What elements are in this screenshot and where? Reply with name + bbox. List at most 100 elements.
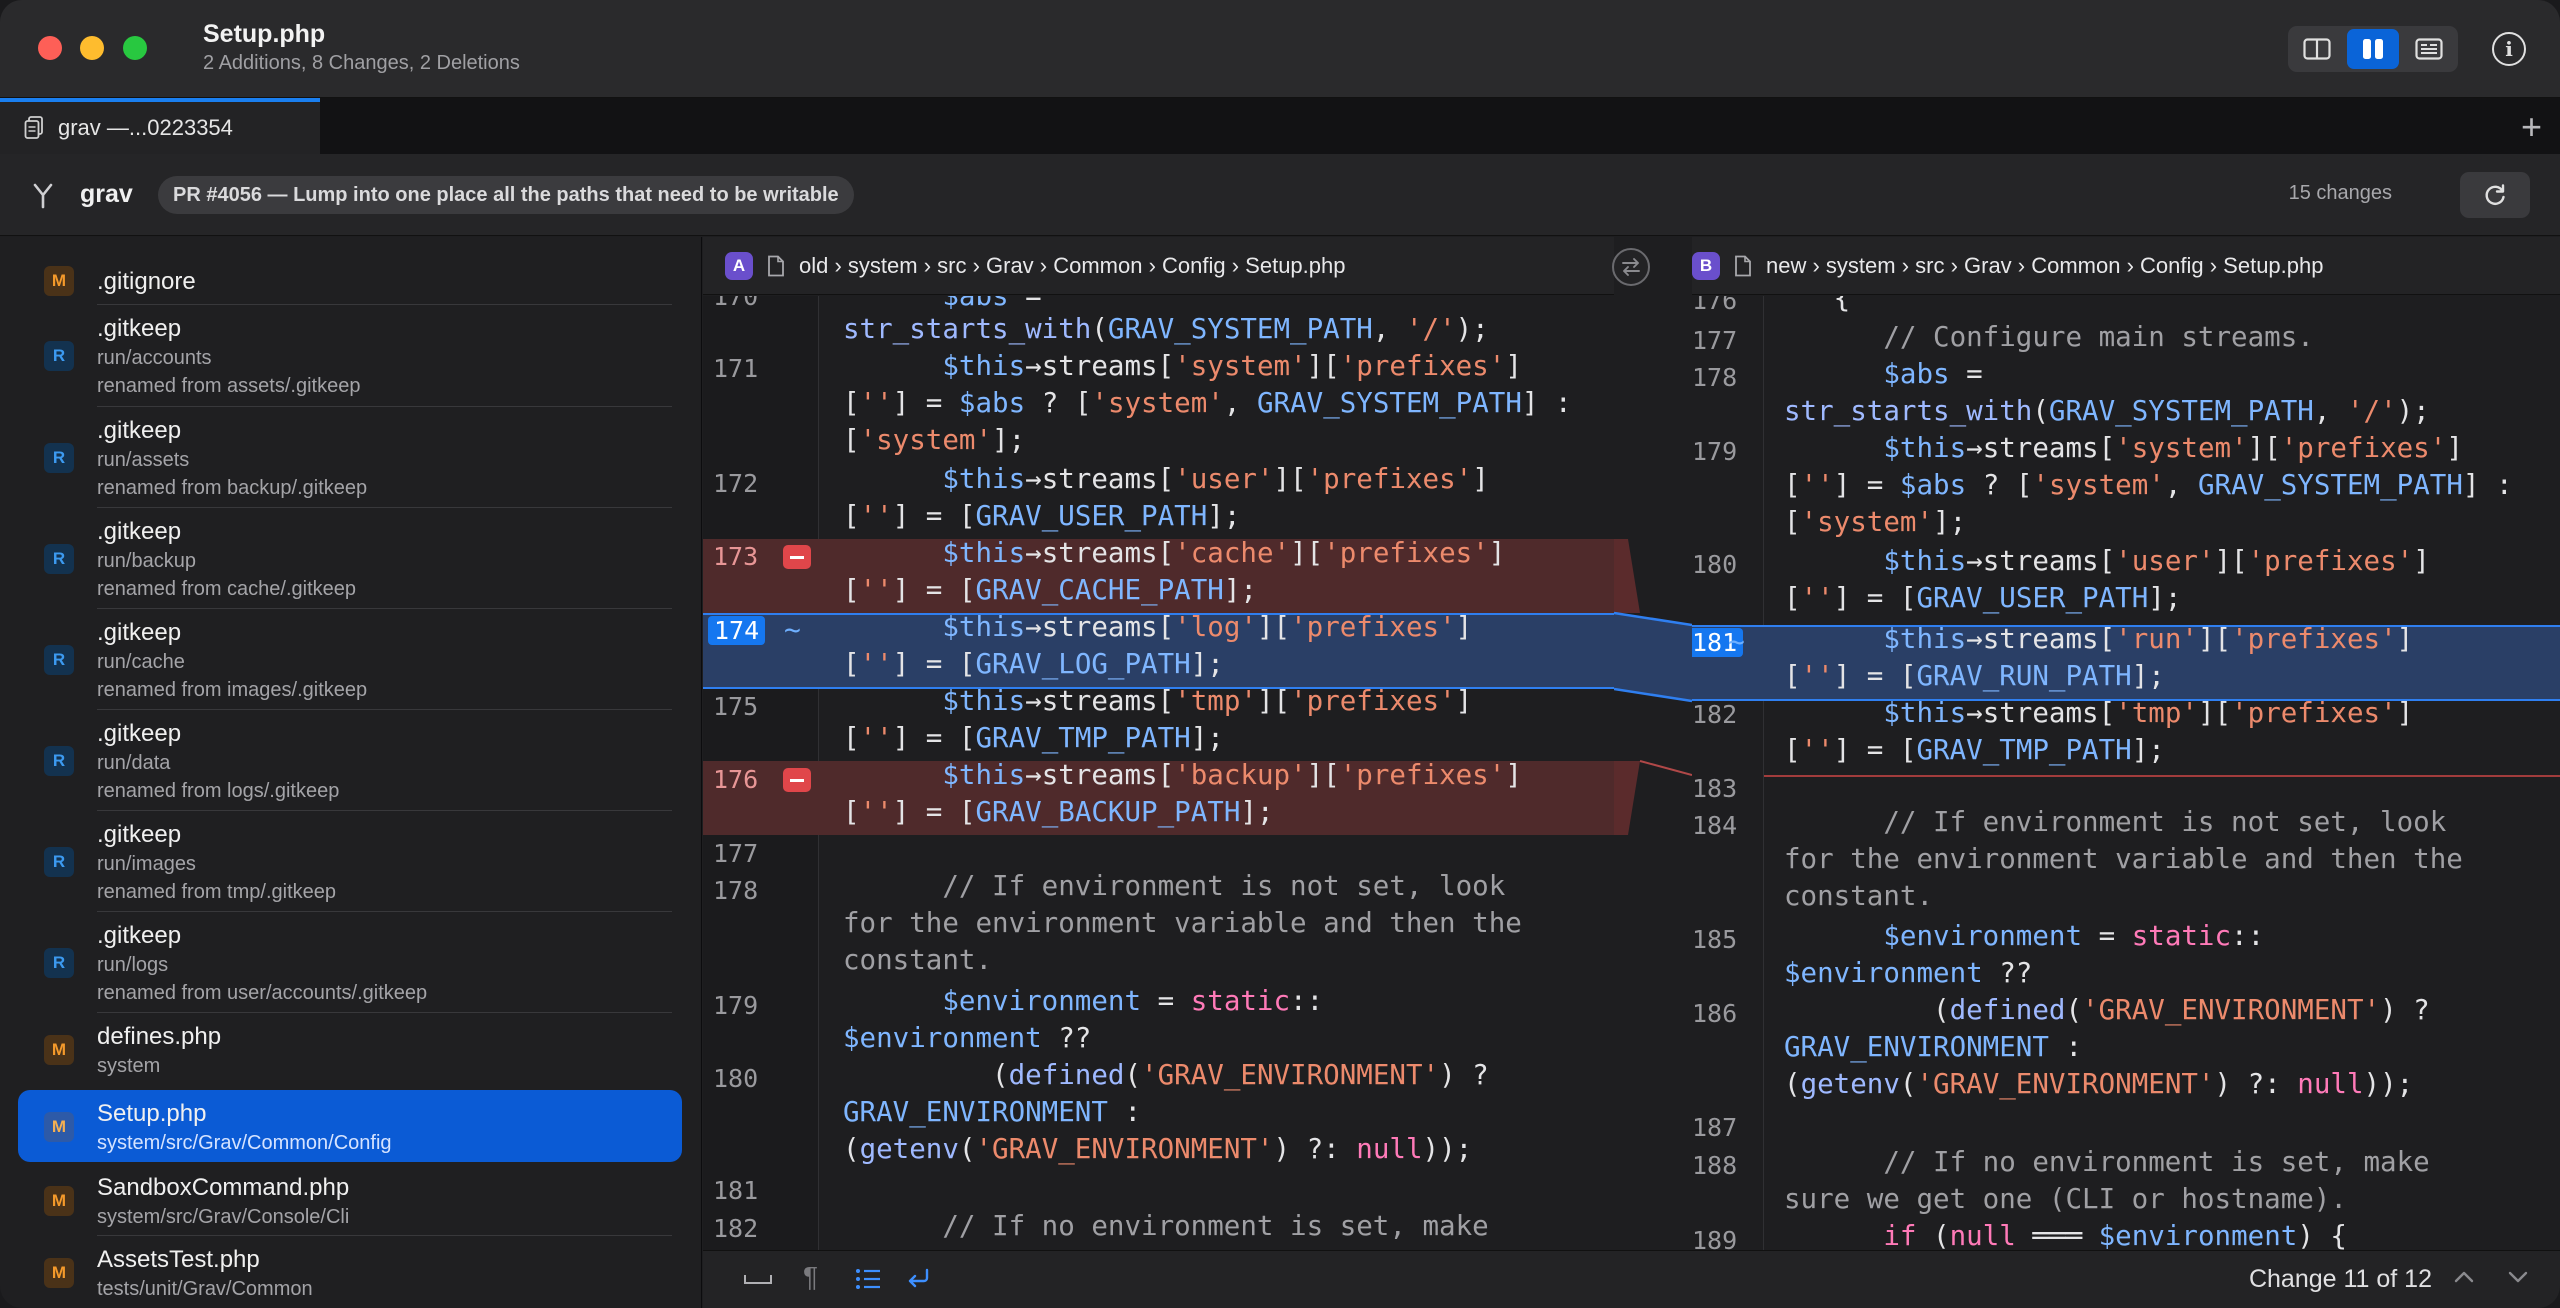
previous-change-button[interactable] — [2452, 1263, 2476, 1297]
info-icon[interactable]: i — [2492, 32, 2526, 66]
title-bar: Setup.php 2 Additions, 8 Changes, 2 Dele… — [0, 0, 2560, 98]
code-line: (defined('GRAV_ENVIRONMENT') ? — [1784, 994, 2430, 1026]
file-path: run/accounts — [97, 347, 212, 369]
line-number: 175 — [713, 692, 759, 721]
minimize-window-button[interactable] — [80, 36, 104, 60]
line-number: 178 — [1692, 363, 1738, 392]
right-breadcrumb[interactable]: new › system › src › Grav › Common › Con… — [1766, 253, 2324, 279]
file-path: run/logs — [97, 954, 169, 976]
file-item[interactable]: R .gitkeep run/images renamed from tmp/.… — [18, 811, 682, 912]
change-marker: ~ — [1728, 625, 1745, 658]
file-item[interactable]: M defines.php system — [18, 1013, 682, 1085]
renamed-from: renamed from cache/.gitkeep — [97, 578, 357, 600]
code-line: (defined('GRAV_ENVIRONMENT') ? — [843, 1059, 1489, 1091]
left-code-pane[interactable]: 170 171 172 173 174 ~ 175 176 177 178 17… — [703, 296, 1629, 1250]
file-item[interactable]: M .gitignore — [18, 257, 682, 305]
code-line: [''] = $abs ? ['system', GRAV_SYSTEM_PAT… — [1784, 469, 2513, 501]
code-line: $environment ?? — [843, 1022, 1092, 1054]
line-number: 180 — [713, 1064, 759, 1093]
code-line: [''] = [GRAV_BACKUP_PATH]; — [843, 796, 1274, 828]
swap-arrows-icon — [1622, 258, 1640, 276]
unified-view-button[interactable] — [2403, 29, 2455, 69]
change-navigator-label: Change 11 of 12 — [2248, 1265, 2432, 1293]
document-copy-icon — [24, 116, 43, 139]
code-line: $this→streams['system']['prefixes'] — [1883, 432, 2463, 464]
file-name: .gitkeep — [97, 821, 182, 848]
code-line: [''] = [GRAV_USER_PATH]; — [843, 500, 1241, 532]
line-number: 177 — [713, 839, 759, 868]
code-line: [''] = [GRAV_TMP_PATH]; — [843, 722, 1224, 754]
file-name: defines.php — [97, 1023, 222, 1050]
left-breadcrumb[interactable]: old › system › src › Grav › Common › Con… — [799, 253, 1346, 279]
file-path: run/data — [97, 752, 171, 774]
code-line: (getenv('GRAV_ENVIRONMENT') ?: null)); — [843, 1133, 1473, 1165]
code-line: str_starts_with(GRAV_SYSTEM_PATH, '/'); — [1784, 395, 2430, 427]
code-line: $this→streams['user']['prefixes'] — [942, 463, 1489, 495]
code-line: [''] = [GRAV_LOG_PATH]; — [843, 648, 1224, 680]
code-line: [''] = [GRAV_TMP_PATH]; — [1784, 734, 2165, 766]
file-item[interactable]: M SandboxCommand.php system/src/Grav/Con… — [18, 1164, 682, 1236]
modified-badge: M — [44, 1258, 74, 1288]
file-item[interactable]: R .gitkeep run/logs renamed from user/ac… — [18, 912, 682, 1013]
file-name: .gitkeep — [97, 922, 182, 949]
right-code-pane[interactable]: 176 177 178 179 180 181 ~ 182 183 184 18… — [1692, 296, 2560, 1250]
code-line: // If no environment is set, make — [843, 1210, 1489, 1242]
line-number: 181 — [713, 1176, 759, 1205]
pull-request-bar: grav PR #4056 — Lump into one place all … — [0, 154, 2560, 236]
file-item[interactable]: R .gitkeep run/backup renamed from cache… — [18, 508, 682, 609]
file-name: .gitkeep — [97, 720, 182, 747]
close-window-button[interactable] — [38, 36, 62, 60]
document-icon — [1735, 255, 1751, 276]
line-number: 179 — [713, 991, 759, 1020]
code-line: if (null ═══ $environment) { — [1883, 1220, 2347, 1250]
next-change-button[interactable] — [2506, 1263, 2530, 1297]
new-tab-button[interactable]: + — [2521, 106, 2542, 148]
file-name: .gitkeep — [97, 619, 182, 646]
code-line: $this→streams['cache']['prefixes'] — [942, 537, 1506, 569]
window-title: Setup.php — [203, 20, 326, 48]
renamed-from: renamed from tmp/.gitkeep — [97, 881, 336, 903]
file-path: run/backup — [97, 550, 196, 572]
swap-sides-button[interactable] — [1612, 248, 1650, 286]
code-line: [''] = [GRAV_CACHE_PATH]; — [843, 574, 1257, 606]
columns-icon — [2363, 39, 2383, 59]
code-line: $this→streams['run']['prefixes'] — [1883, 623, 2414, 655]
code-line: $this→streams['backup']['prefixes'] — [942, 759, 1522, 791]
zoom-window-button[interactable] — [123, 36, 147, 60]
document-icon — [768, 255, 784, 276]
view-mode-segmented-control — [2288, 26, 2458, 72]
code-line: $abs = — [942, 296, 1042, 312]
tab-bar: grav —...0223354 + — [0, 98, 2560, 154]
split-view-icon — [2303, 38, 2331, 60]
renamed-badge: R — [44, 948, 74, 978]
file-name: Setup.php — [97, 1100, 207, 1127]
code-line: // If environment is not set, look — [843, 870, 1506, 902]
file-item[interactable]: R .gitkeep run/accounts renamed from ass… — [18, 305, 682, 407]
pilcrow-icon[interactable]: ¶ — [803, 1261, 818, 1293]
file-item-selected[interactable]: M Setup.php system/src/Grav/Common/Confi… — [18, 1090, 682, 1162]
side-by-side-view-button[interactable] — [2347, 29, 2399, 69]
renamed-badge: R — [44, 443, 74, 473]
line-number: 188 — [1692, 1151, 1738, 1180]
file-item[interactable]: M AssetsTest.php tests/unit/Grav/Common — [18, 1236, 682, 1308]
code-line: for the environment variable and then th… — [843, 907, 1522, 939]
line-number: 182 — [713, 1214, 759, 1243]
file-path: system/src/Grav/Common/Config — [97, 1132, 392, 1154]
tab-grav[interactable]: grav —...0223354 — [0, 98, 320, 154]
line-number: 171 — [713, 354, 759, 383]
file-name: AssetsTest.php — [97, 1246, 260, 1273]
split-view-button[interactable] — [2291, 29, 2343, 69]
file-item[interactable]: R .gitkeep run/cache renamed from images… — [18, 609, 682, 710]
file-item[interactable]: R .gitkeep run/assets renamed from backu… — [18, 407, 682, 508]
file-item[interactable]: R .gitkeep run/data renamed from logs/.g… — [18, 710, 682, 811]
refresh-button[interactable] — [2460, 172, 2530, 218]
tab-label: grav —...0223354 — [58, 115, 233, 140]
code-line: // Configure main streams. — [1784, 321, 2314, 353]
file-name: SandboxCommand.php — [97, 1174, 350, 1201]
code-line: { — [1784, 296, 1851, 314]
pull-request-title[interactable]: PR #4056 — Lump into one place all the p… — [158, 176, 854, 214]
code-line: $this→streams['tmp']['prefixes'] — [1883, 697, 2414, 729]
code-line: // If no environment is set, make — [1784, 1146, 2430, 1178]
line-number: 183 — [1692, 774, 1738, 803]
line-number: 178 — [713, 876, 759, 905]
